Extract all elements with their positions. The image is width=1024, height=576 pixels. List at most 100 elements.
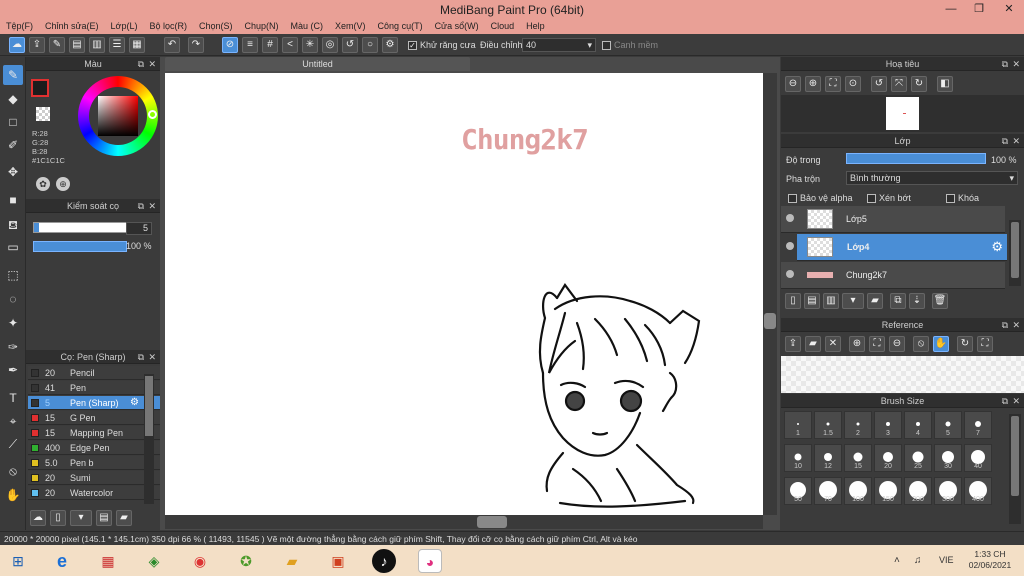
adjust-select[interactable]: 40 ▾ (522, 38, 596, 52)
color-picker-icon[interactable]: ⊕ (56, 177, 70, 191)
close-icon[interactable]: ✕ (1012, 318, 1020, 332)
brush-list-scrollbar[interactable] (144, 374, 154, 504)
zoom-in-icon[interactable]: ⊕ (849, 336, 865, 352)
undock-icon[interactable]: ⧉ (1002, 318, 1008, 332)
magic-wand-icon[interactable]: ✦ (3, 313, 23, 333)
menu-filter[interactable]: Bộ lọc(R) (149, 21, 187, 31)
file-explorer-icon[interactable]: ▰ (280, 549, 304, 573)
fill-rect-tool-icon[interactable]: ■ (3, 190, 23, 210)
shape-tool-icon[interactable]: □ (3, 112, 23, 132)
divide-tool-icon[interactable]: ⟋ (3, 434, 23, 454)
brush-size-preset[interactable]: 200 (904, 477, 932, 505)
undock-icon[interactable]: ⧉ (138, 57, 144, 71)
brush-list-item[interactable]: 41 Pen (28, 381, 160, 395)
open-folder-icon[interactable]: ▰ (805, 336, 821, 352)
new-layer-icon[interactable]: ▯ (785, 293, 801, 309)
document-tab[interactable]: Untitled (165, 57, 470, 71)
brush-size-preset[interactable]: 100 (844, 477, 872, 505)
new-8bit-layer-icon[interactable]: ▤ (804, 293, 820, 309)
gradient-tool-icon[interactable]: ▭ (3, 237, 23, 257)
menu-help[interactable]: Help (526, 21, 545, 31)
brush-list-item[interactable]: 5.0 Pen b (28, 456, 160, 470)
menu-window[interactable]: Cửa sổ(W) (435, 21, 479, 31)
medibang-taskbar-icon[interactable]: ◕ (418, 549, 442, 573)
layer-scrollbar[interactable] (1009, 220, 1021, 286)
zoom-in-icon[interactable]: ⊕ (805, 76, 821, 92)
eraser-tool-icon[interactable]: ◆ (3, 89, 23, 109)
layer-row[interactable]: Chung2k7 (781, 262, 1005, 289)
app-grid-icon[interactable]: ▦ (96, 549, 120, 573)
foreground-color-swatch[interactable] (31, 79, 49, 97)
ie-browser-icon[interactable]: e (50, 549, 74, 573)
brush-size-preset[interactable]: 2 (844, 411, 872, 439)
close-icon[interactable]: ✕ (148, 57, 156, 71)
parallel-snap-icon[interactable]: ≡ (242, 37, 258, 53)
menu-color[interactable]: Màu (C) (291, 21, 324, 31)
rotate-icon[interactable]: ↻ (957, 336, 973, 352)
brush-list-item[interactable]: 20 Sumi (28, 471, 160, 485)
duplicate-layer-icon[interactable]: ⧉ (890, 293, 906, 309)
operation-tool-icon[interactable]: ⌖ (3, 411, 23, 431)
page-icon[interactable]: ▥ (89, 37, 105, 53)
close-icon[interactable]: ✕ (148, 350, 156, 364)
brush-size-preset[interactable]: 30 (934, 444, 962, 472)
brush-size-preset[interactable]: 7 (964, 411, 992, 439)
menu-capture[interactable]: Chụp(N) (245, 21, 279, 31)
menu-select[interactable]: Chọn(S) (199, 21, 233, 31)
text-tool-icon[interactable]: T (3, 388, 23, 408)
eye-icon[interactable] (786, 214, 794, 222)
lasso-icon[interactable]: ◌ (3, 289, 23, 309)
brush-size-preset[interactable]: 50 (784, 477, 812, 505)
layer-opacity-slider[interactable] (846, 153, 986, 164)
undock-icon[interactable]: ⧉ (1002, 394, 1008, 408)
comment-icon[interactable]: ✎ (49, 37, 65, 53)
menu-cloud[interactable]: Cloud (491, 21, 515, 31)
close-icon[interactable]: ✕ (148, 199, 156, 213)
flip-icon[interactable]: ◧ (937, 76, 953, 92)
list-icon[interactable]: ☰ (109, 37, 125, 53)
brush-list-item[interactable]: 15 G Pen (28, 411, 160, 425)
menu-layer[interactable]: Lớp(L) (111, 21, 138, 31)
reference-view[interactable] (781, 356, 1024, 393)
cross-snap-icon[interactable]: # (262, 37, 278, 53)
layer-menu-icon[interactable]: ▾ (842, 293, 864, 309)
brush-list-item[interactable]: 400 Edge Pen (28, 441, 160, 455)
brush-size-preset[interactable]: 4 (904, 411, 932, 439)
snap-settings-icon[interactable]: ⚙ (382, 37, 398, 53)
chevron-up-icon[interactable]: ˄ (894, 555, 900, 566)
brush-size-preset[interactable]: 70 (814, 477, 842, 505)
cloud-icon[interactable]: ☁ (9, 37, 25, 53)
brush-folder-icon[interactable]: ▰ (116, 510, 132, 526)
redo-icon[interactable]: ↷ (188, 37, 204, 53)
brush-size-preset[interactable]: 12 (814, 444, 842, 472)
rotate-reset-icon[interactable]: ⤧ (891, 76, 907, 92)
menu-edit[interactable]: Chỉnh sửa(E) (45, 21, 99, 31)
move-tool-icon[interactable]: ✥ (3, 162, 23, 182)
layer-row-selected[interactable]: Lớp4 ⚙ (797, 234, 1007, 261)
close-icon[interactable]: ✕ (1012, 134, 1020, 148)
document-icon[interactable]: ▤ (69, 37, 85, 53)
menu-file[interactable]: Tệp(F) (6, 21, 33, 31)
color-wheel[interactable] (78, 76, 158, 156)
zoom-reset-icon[interactable]: ⊙ (845, 76, 861, 92)
brush-list-item[interactable]: 15 Mapping Pen (28, 426, 160, 440)
eyedropper-icon[interactable]: ⦸ (3, 461, 23, 481)
concentric-snap-icon[interactable]: ◎ (322, 37, 338, 53)
brush-list-item[interactable]: 20 Watercolor (28, 486, 160, 500)
brush-size-preset[interactable]: 5 (934, 411, 962, 439)
protect-alpha-checkbox[interactable] (788, 194, 797, 204)
antialias-checkbox[interactable]: ✓ (408, 41, 417, 51)
transparent-color-swatch[interactable] (36, 107, 50, 121)
rotate-right-icon[interactable]: ↻ (911, 76, 927, 92)
brush-settings-icon[interactable]: ▤ (96, 510, 112, 526)
zoom-out-icon[interactable]: ⊖ (889, 336, 905, 352)
chrome-icon[interactable]: ◉ (188, 549, 212, 573)
brush-size-preset[interactable]: 1 (784, 411, 812, 439)
brush-size-preset[interactable]: 20 (874, 444, 902, 472)
bucket-tool-icon[interactable]: ⛾ (3, 215, 23, 235)
radial-snap-icon[interactable]: ✳ (302, 37, 318, 53)
upload-icon[interactable]: ⇪ (785, 336, 801, 352)
language-indicator[interactable]: VIE (939, 555, 954, 565)
layer-folder-icon[interactable]: ▰ (867, 293, 883, 309)
layer-row[interactable]: Lớp5 (781, 206, 1005, 233)
